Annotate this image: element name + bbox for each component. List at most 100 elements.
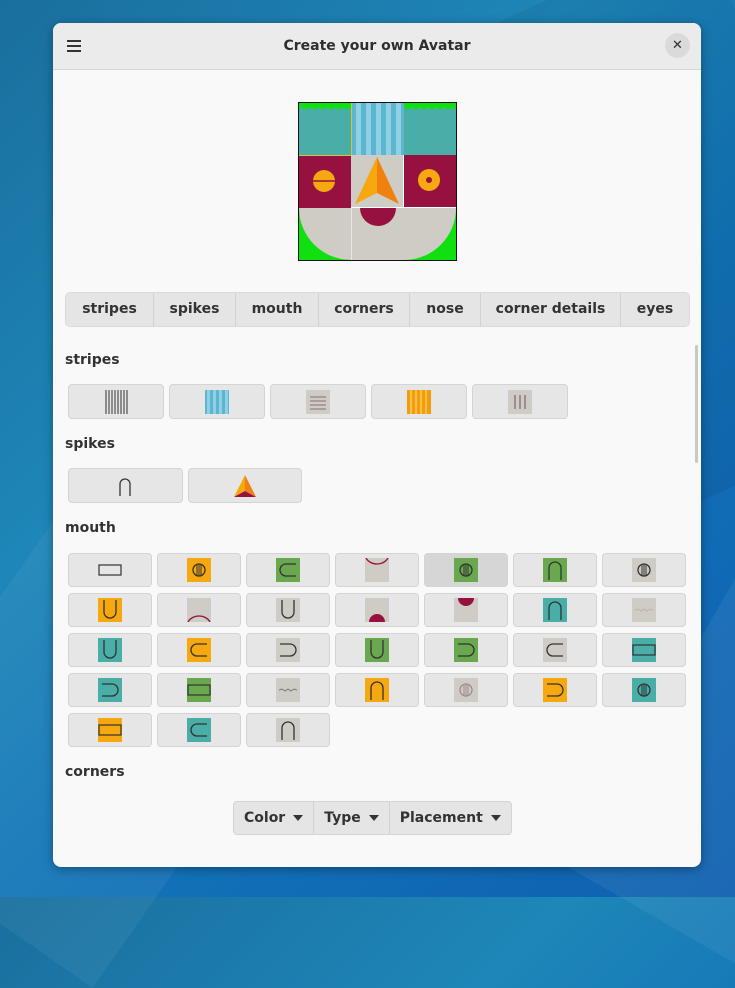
mouth-swatch-icon	[543, 678, 567, 702]
stripes-option[interactable]	[169, 384, 265, 419]
mouth-option[interactable]	[68, 593, 152, 627]
mouth-option[interactable]	[602, 633, 686, 667]
placement-dropdown[interactable]: Placement	[390, 802, 511, 834]
mouth-option[interactable]	[246, 593, 330, 627]
mouth-swatch-icon	[276, 638, 300, 662]
avatar-window: Create your own Avatar ✕ stripes spikes …	[53, 23, 701, 867]
mouth-option[interactable]	[157, 553, 241, 587]
mouth-option[interactable]	[424, 553, 508, 587]
mouth-swatch-icon	[98, 564, 122, 576]
mouth-option[interactable]	[602, 593, 686, 627]
mouth-swatch-icon	[632, 598, 656, 622]
mouth-swatch-icon	[454, 558, 478, 582]
mouth-swatch-icon	[187, 678, 211, 702]
header-bar: Create your own Avatar ✕	[53, 23, 701, 70]
caret-down-icon	[293, 815, 304, 821]
mouth-option[interactable]	[246, 673, 330, 707]
mouth-option[interactable]	[424, 633, 508, 667]
avatar-preview	[298, 102, 457, 261]
mouth-option[interactable]	[157, 593, 241, 627]
tab-spikes[interactable]: spikes	[154, 293, 236, 326]
mouth-option[interactable]	[246, 553, 330, 587]
mouth-option[interactable]	[513, 553, 597, 587]
tab-corners[interactable]: corners	[319, 293, 410, 326]
mouth-option[interactable]	[424, 673, 508, 707]
type-dropdown[interactable]: Type	[314, 802, 390, 834]
spikes-option[interactable]	[68, 468, 183, 503]
stripes-option[interactable]	[371, 384, 467, 419]
mouth-option[interactable]	[602, 553, 686, 587]
placement-dropdown-label: Placement	[399, 810, 483, 826]
mouth-swatch-icon	[632, 678, 656, 702]
mouth-option[interactable]	[602, 673, 686, 707]
mouth-swatch-icon	[276, 598, 300, 622]
mouth-swatch-icon	[187, 718, 211, 742]
avatar-cell-bottom-right	[404, 208, 456, 260]
mouth-option[interactable]	[335, 553, 419, 587]
scrollbar[interactable]	[695, 345, 698, 463]
tab-nose[interactable]: nose	[410, 293, 481, 326]
mouth-option[interactable]	[157, 673, 241, 707]
mouth-swatch-icon	[365, 558, 389, 582]
tab-corner-details[interactable]: corner details	[481, 293, 621, 326]
mouth-option[interactable]	[335, 633, 419, 667]
caret-down-icon	[490, 815, 501, 821]
avatar-cell-top-right	[404, 103, 456, 155]
caret-down-icon	[368, 815, 379, 821]
color-dropdown[interactable]: Color	[234, 802, 315, 834]
mouth-swatch-icon	[187, 598, 211, 622]
mouth-option[interactable]	[246, 713, 330, 747]
mouth-swatch-icon	[276, 558, 300, 582]
mouth-swatch-icon	[632, 638, 656, 662]
mouth-swatch-icon	[632, 558, 656, 582]
mouth-swatch-icon	[276, 718, 300, 742]
spikes-option[interactable]	[188, 468, 302, 503]
mouth-option[interactable]	[157, 633, 241, 667]
avatar-cell-left-eye	[299, 155, 351, 208]
mouth-option[interactable]	[513, 633, 597, 667]
mouth-option[interactable]	[68, 553, 152, 587]
tab-mouth[interactable]: mouth	[236, 293, 319, 326]
mouth-swatch-icon	[365, 638, 389, 662]
mouth-swatch-icon	[276, 678, 300, 702]
stripes-option[interactable]	[68, 384, 164, 419]
mouth-swatch-icon	[454, 678, 478, 702]
type-dropdown-label: Type	[324, 810, 361, 826]
mouth-swatch-icon	[454, 638, 478, 662]
window-title: Create your own Avatar	[283, 38, 471, 54]
mouth-option[interactable]	[246, 633, 330, 667]
mouth-swatch-icon	[365, 678, 389, 702]
mouth-option[interactable]	[513, 673, 597, 707]
mouth-swatch-icon	[98, 678, 122, 702]
mouth-swatch-icon	[365, 598, 389, 622]
avatar-cell-top-center	[351, 103, 405, 155]
mouth-option[interactable]	[335, 593, 419, 627]
section-title-stripes: stripes	[65, 352, 120, 368]
mouth-swatch-icon	[98, 638, 122, 662]
mouth-swatch-icon	[187, 558, 211, 582]
avatar-cell-right-eye	[404, 155, 456, 207]
mouth-swatch-icon	[187, 638, 211, 662]
mouth-option[interactable]	[68, 713, 152, 747]
mouth-option[interactable]	[424, 593, 508, 627]
mouth-option[interactable]	[68, 633, 152, 667]
tab-eyes[interactable]: eyes	[621, 293, 689, 326]
avatar-cell-nose	[351, 155, 403, 207]
mouth-option[interactable]	[68, 673, 152, 707]
mouth-option[interactable]	[335, 673, 419, 707]
stripes-option[interactable]	[270, 384, 366, 419]
section-title-mouth: mouth	[65, 520, 116, 536]
corner-options-bar: Color Type Placement	[233, 801, 512, 835]
stripes-option[interactable]	[472, 384, 568, 419]
avatar-cell-mouth	[351, 208, 405, 260]
mouth-swatch-icon	[454, 598, 478, 622]
category-tabs: stripes spikes mouth corners nose corner…	[65, 292, 690, 327]
mouth-swatch-icon	[98, 598, 122, 622]
mouth-option[interactable]	[157, 713, 241, 747]
tab-stripes[interactable]: stripes	[66, 293, 154, 326]
avatar-cell-top-left	[299, 103, 351, 155]
close-icon[interactable]: ✕	[665, 33, 690, 58]
mouth-swatch-icon	[98, 718, 122, 742]
mouth-swatch-icon	[543, 638, 567, 662]
mouth-option[interactable]	[513, 593, 597, 627]
